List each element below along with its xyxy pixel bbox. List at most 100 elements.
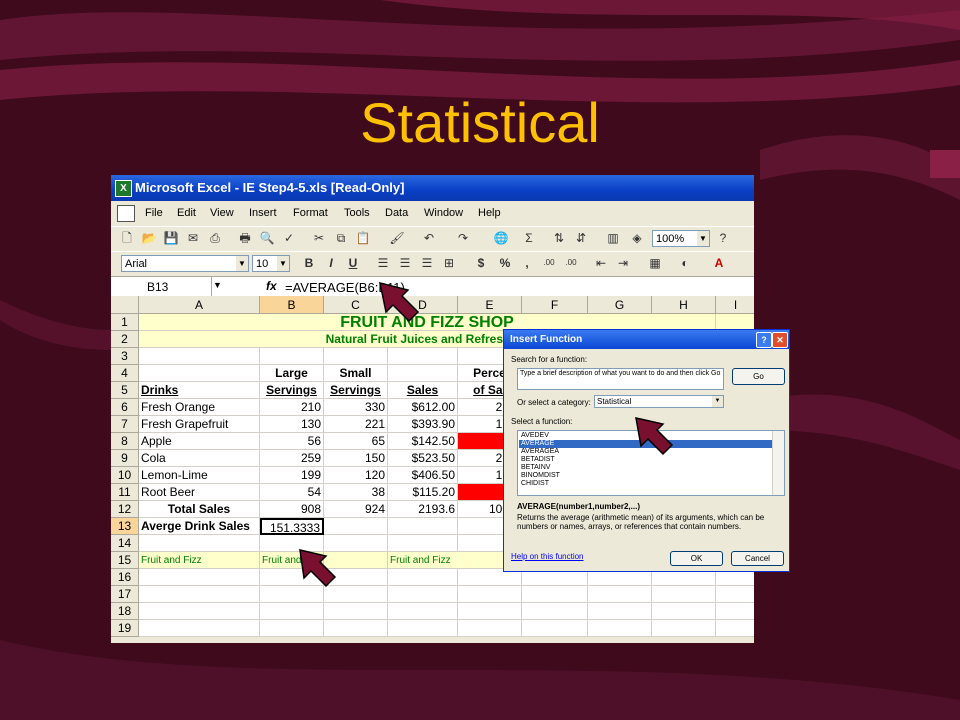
cell-d14[interactable] — [388, 535, 458, 552]
chevron-down-icon[interactable]: ▼ — [697, 231, 709, 246]
font-size-combo[interactable]: 10 ▼ — [252, 255, 290, 272]
cell-a11[interactable]: Root Beer — [139, 484, 260, 501]
email-icon[interactable]: ⎙ — [207, 230, 223, 246]
hyperlink-icon[interactable]: 🌐 — [493, 230, 509, 246]
borders-icon[interactable]: ▦ — [647, 255, 663, 271]
cell-a12[interactable]: Total Sales — [139, 501, 260, 518]
cell-f19[interactable] — [522, 620, 588, 637]
cell-f17[interactable] — [522, 586, 588, 603]
underline-button[interactable]: U — [345, 255, 361, 271]
row-header-10[interactable]: 10 — [111, 467, 139, 484]
cell-d17[interactable] — [388, 586, 458, 603]
row-header-8[interactable]: 8 — [111, 433, 139, 450]
cell-c4[interactable]: Small — [324, 365, 388, 382]
cell-a8[interactable]: Apple — [139, 433, 260, 450]
cell-c19[interactable] — [324, 620, 388, 637]
percent-button[interactable]: % — [497, 255, 513, 271]
list-item[interactable]: BETAINV — [519, 464, 773, 472]
cell-b10[interactable]: 199 — [260, 467, 324, 484]
fill-color-icon[interactable]: ◐ — [677, 255, 693, 271]
menu-tools[interactable]: Tools — [344, 207, 370, 219]
cell-a18[interactable] — [139, 603, 260, 620]
insert-function-icon[interactable]: fx — [266, 279, 277, 293]
cell-a6[interactable]: Fresh Orange — [139, 399, 260, 416]
cell-d6[interactable]: $612.00 — [388, 399, 458, 416]
go-button[interactable]: Go — [732, 368, 785, 385]
cell-a9[interactable]: Cola — [139, 450, 260, 467]
cell-a5[interactable]: Drinks — [139, 382, 260, 399]
help-on-function-link[interactable]: Help on this function — [511, 552, 584, 561]
list-item[interactable]: BINOMDIST — [519, 472, 773, 480]
cell-c8[interactable]: 65 — [324, 433, 388, 450]
cell-d4[interactable] — [388, 365, 458, 382]
cell-a3[interactable] — [139, 348, 260, 365]
cell-c11[interactable]: 38 — [324, 484, 388, 501]
cell-b7[interactable]: 130 — [260, 416, 324, 433]
cell-h17[interactable] — [652, 586, 716, 603]
column-header-e[interactable]: E — [458, 296, 522, 314]
chart-wizard-icon[interactable]: ▥ — [605, 230, 621, 246]
print-icon[interactable]: 🖶 — [237, 230, 253, 246]
cell-c14[interactable] — [324, 535, 388, 552]
cell-c17[interactable] — [324, 586, 388, 603]
open-icon[interactable]: 📂 — [141, 230, 157, 246]
cell-c13[interactable] — [324, 518, 388, 535]
cell-g17[interactable] — [588, 586, 652, 603]
cell-b6[interactable]: 210 — [260, 399, 324, 416]
cell-b8[interactable]: 56 — [260, 433, 324, 450]
font-combo[interactable]: Arial ▼ — [121, 255, 249, 272]
row-header-14[interactable]: 14 — [111, 535, 139, 552]
column-header-f[interactable]: F — [522, 296, 588, 314]
cell-b17[interactable] — [260, 586, 324, 603]
sort-ascending-icon[interactable]: ⇅ — [551, 230, 567, 246]
copy-icon[interactable]: ⧉ — [333, 230, 349, 246]
zoom-combo[interactable]: 100% ▼ — [652, 230, 710, 247]
cell-i17[interactable] — [716, 586, 754, 603]
cell-b16[interactable] — [260, 569, 324, 586]
cell-c18[interactable] — [324, 603, 388, 620]
cell-c7[interactable]: 221 — [324, 416, 388, 433]
cell-a10[interactable]: Lemon-Lime — [139, 467, 260, 484]
cell-d12[interactable]: 2193.6 — [388, 501, 458, 518]
merge-center-icon[interactable]: ⊞ — [441, 255, 457, 271]
cell-d18[interactable] — [388, 603, 458, 620]
cell-h18[interactable] — [652, 603, 716, 620]
menu-help[interactable]: Help — [478, 207, 501, 219]
cell-d19[interactable] — [388, 620, 458, 637]
chevron-down-icon[interactable]: ▼ — [277, 256, 289, 271]
help-icon[interactable]: ? — [715, 230, 731, 246]
cell-a15[interactable]: Fruit and Fizz — [139, 552, 260, 569]
workbook-icon[interactable] — [117, 205, 135, 222]
column-header-g[interactable]: G — [588, 296, 652, 314]
list-item[interactable]: CHIDIST — [519, 480, 773, 488]
row-header-18[interactable]: 18 — [111, 603, 139, 620]
cell-b3[interactable] — [260, 348, 324, 365]
list-item[interactable]: AVERAGEA — [519, 448, 773, 456]
cell-c6[interactable]: 330 — [324, 399, 388, 416]
list-item[interactable]: AVEDEV — [519, 432, 773, 440]
menu-data[interactable]: Data — [385, 207, 408, 219]
cell-b5[interactable]: Servings — [260, 382, 324, 399]
cell-c9[interactable]: 150 — [324, 450, 388, 467]
window-titlebar[interactable]: X Microsoft Excel - IE Step4-5.xls [Read… — [111, 175, 754, 201]
select-all-corner[interactable] — [111, 296, 139, 314]
cell-b12[interactable]: 908 — [260, 501, 324, 518]
menu-view[interactable]: View — [210, 207, 234, 219]
cell-g18[interactable] — [588, 603, 652, 620]
list-scrollbar[interactable] — [772, 431, 784, 495]
dialog-titlebar[interactable]: Insert Function ? ✕ — [504, 330, 789, 349]
row-header-2[interactable]: 2 — [111, 331, 139, 348]
cell-d16[interactable] — [388, 569, 458, 586]
cell-a17[interactable] — [139, 586, 260, 603]
cell-d10[interactable]: $406.50 — [388, 467, 458, 484]
row-header-6[interactable]: 6 — [111, 399, 139, 416]
format-painter-icon[interactable]: 🖌 — [389, 230, 405, 246]
spelling-icon[interactable]: ✓ — [281, 230, 297, 246]
formula-input[interactable]: =AVERAGE(B6:B11) — [285, 280, 405, 295]
row-header-19[interactable]: 19 — [111, 620, 139, 637]
cell-a13[interactable]: Averge Drink Sales — [139, 518, 260, 535]
cell-b18[interactable] — [260, 603, 324, 620]
cell-a4[interactable] — [139, 365, 260, 382]
cell-c3[interactable] — [324, 348, 388, 365]
cell-d7[interactable]: $393.90 — [388, 416, 458, 433]
